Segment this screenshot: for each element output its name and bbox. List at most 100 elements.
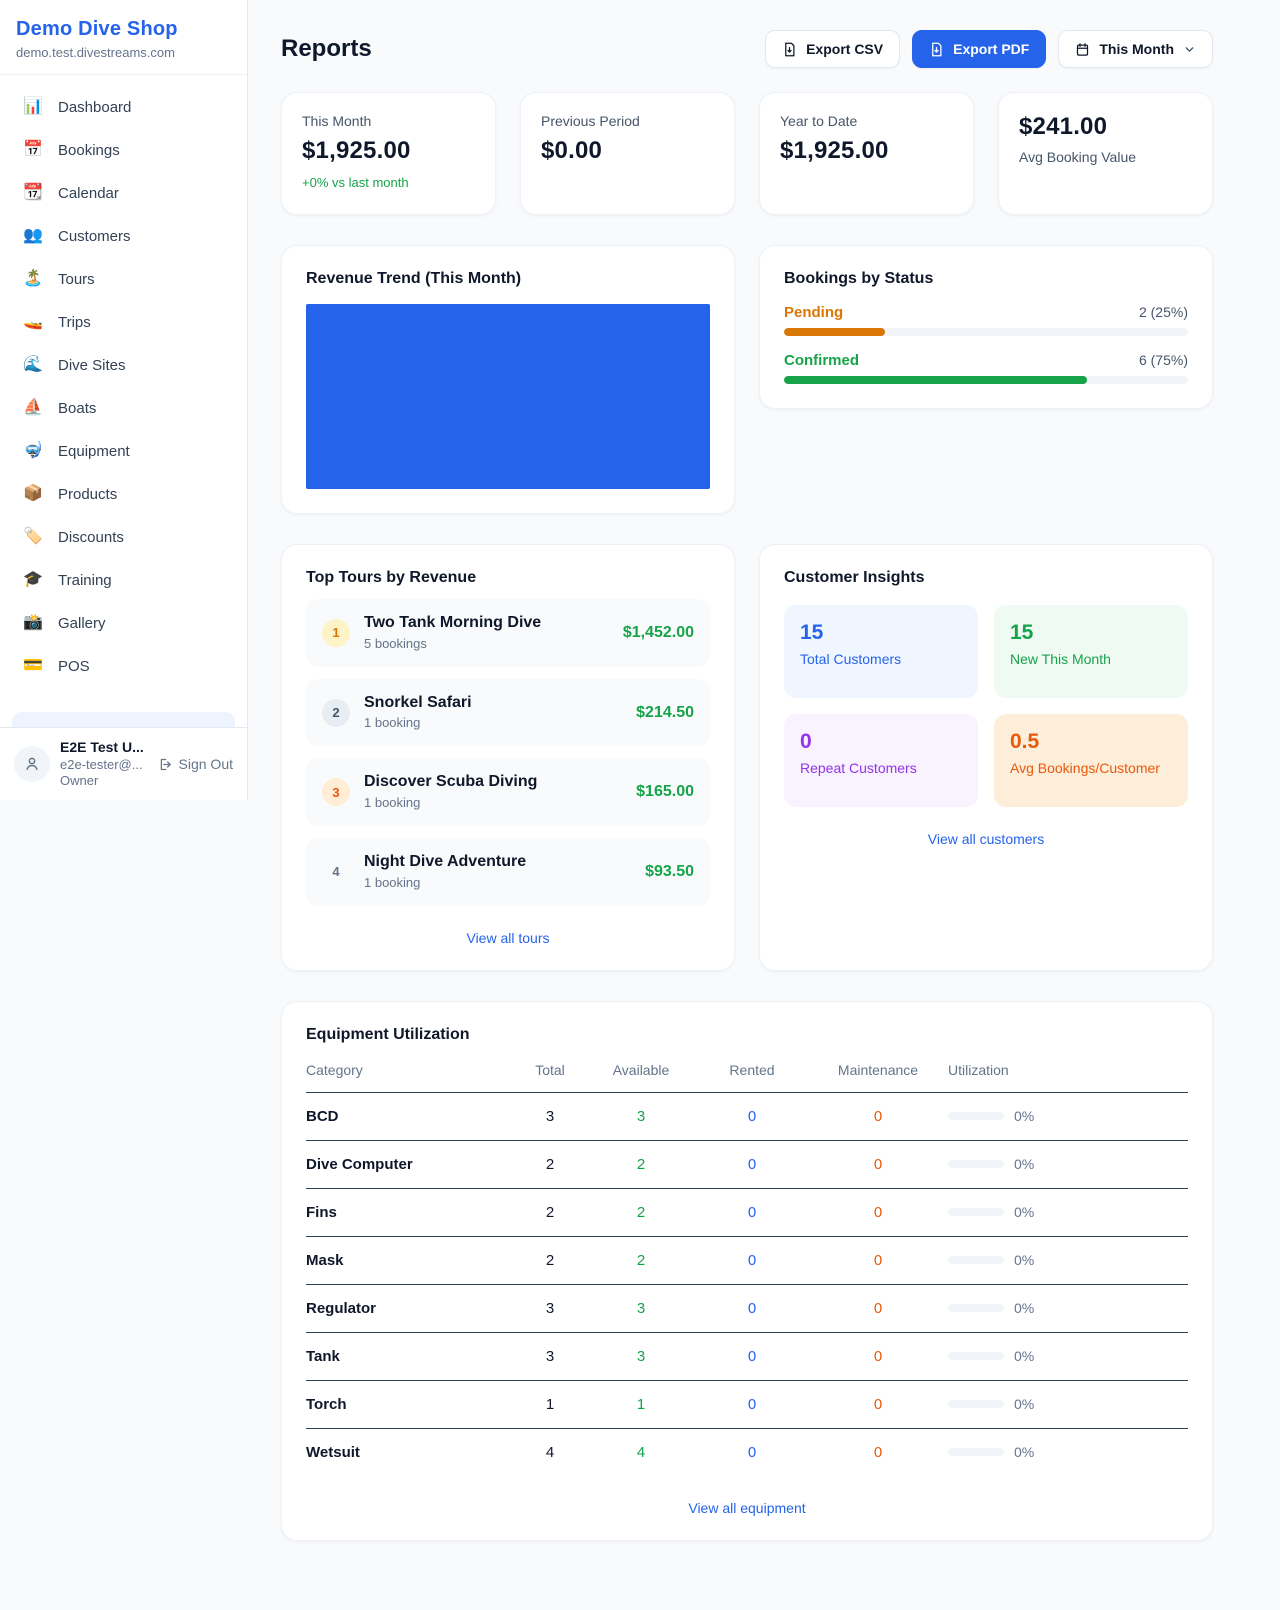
table-row: Regulator 3 3 0 0 0% <box>306 1285 1188 1333</box>
utilization-value: 0% <box>1014 1252 1034 1268</box>
equipment-total: 3 <box>514 1108 586 1125</box>
tour-list-item: 4 Night Dive Adventure 1 booking $93.50 <box>306 838 710 906</box>
insight-tiles: 15 Total Customers 15 New This Month 0 R… <box>784 605 1188 807</box>
row-revenue-status: Revenue Trend (This Month) Bookings by S… <box>281 245 1213 514</box>
equipment-icon: 🤿 <box>22 443 44 459</box>
col-utilization: Utilization <box>948 1062 1188 1078</box>
view-all-equipment-link[interactable]: View all equipment <box>306 1500 1188 1516</box>
period-label: This Month <box>1099 41 1174 57</box>
sidebar-item-equipment[interactable]: 🤿 Equipment <box>12 432 235 470</box>
equipment-category: BCD <box>306 1108 514 1125</box>
utilization-bar <box>948 1160 1004 1168</box>
bookings-by-status-card: Bookings by Status Pending 2 (25%) Confi… <box>759 245 1213 409</box>
sidebar-item-customers[interactable]: 👥 Customers <box>12 217 235 255</box>
utilization-bar <box>948 1208 1004 1216</box>
tile-value: 15 <box>1010 621 1172 645</box>
sidebar-item-pos[interactable]: 💳 POS <box>12 647 235 685</box>
progress-fill <box>784 328 885 336</box>
sidebar-item-tours[interactable]: 🏝️ Tours <box>12 260 235 298</box>
user-panel: E2E Test U... e2e-tester@... Owner Sign … <box>0 727 247 800</box>
equipment-rented: 0 <box>696 1156 808 1173</box>
top-tours-title: Top Tours by Revenue <box>306 569 710 587</box>
equipment-rented: 0 <box>696 1396 808 1413</box>
person-icon <box>23 755 41 773</box>
col-total: Total <box>514 1062 586 1078</box>
view-all-tours-link[interactable]: View all tours <box>306 930 710 946</box>
col-rented: Rented <box>696 1062 808 1078</box>
col-available: Available <box>586 1062 696 1078</box>
export-pdf-button[interactable]: Export PDF <box>912 30 1046 68</box>
equipment-available: 2 <box>586 1156 696 1173</box>
tour-name: Snorkel Safari <box>364 693 636 714</box>
stat-label: This Month <box>302 113 475 129</box>
user-email: e2e-tester@... <box>60 757 157 773</box>
bookings-by-status-title: Bookings by Status <box>784 270 1188 288</box>
utilization-value: 0% <box>1014 1204 1034 1220</box>
utilization-bar <box>948 1112 1004 1120</box>
status-row-confirmed: Confirmed 6 (75%) <box>784 352 1188 384</box>
stat-cards: This Month $1,925.00 +0% vs last month P… <box>281 92 1213 215</box>
sidebar-item-label: Trips <box>58 314 91 331</box>
stat-label: Avg Booking Value <box>1019 149 1192 165</box>
stat-value: $0.00 <box>541 137 714 165</box>
tile-total-customers: 15 Total Customers <box>784 605 978 698</box>
sign-out-button[interactable]: Sign Out <box>157 756 233 772</box>
stat-previous-period: Previous Period $0.00 <box>520 92 735 215</box>
tile-value: 0 <box>800 730 962 754</box>
rank-badge: 2 <box>322 699 350 727</box>
stat-this-month: This Month $1,925.00 +0% vs last month <box>281 92 496 215</box>
equipment-category: Tank <box>306 1348 514 1365</box>
sidebar-item-label: Calendar <box>58 185 119 202</box>
tour-revenue: $165.00 <box>636 783 694 801</box>
sidebar-item-training[interactable]: 🎓 Training <box>12 561 235 599</box>
rank-badge: 3 <box>322 778 350 806</box>
stat-delta: +0% vs last month <box>302 175 475 190</box>
sidebar-item-trips[interactable]: 🚤 Trips <box>12 303 235 341</box>
training-icon: 🎓 <box>22 572 44 588</box>
sidebar-item-label: Customers <box>58 228 131 245</box>
equipment-available: 3 <box>586 1348 696 1365</box>
stat-value: $1,925.00 <box>302 137 475 165</box>
sidebar-item-label: Dashboard <box>58 99 131 116</box>
equipment-total: 1 <box>514 1396 586 1413</box>
sidebar-item-dive-sites[interactable]: 🌊 Dive Sites <box>12 346 235 384</box>
view-all-customers-link[interactable]: View all customers <box>784 831 1188 847</box>
tile-avg-bookings: 0.5 Avg Bookings/Customer <box>994 714 1188 807</box>
equipment-available: 2 <box>586 1204 696 1221</box>
export-csv-button[interactable]: Export CSV <box>765 30 900 68</box>
sidebar-item-gallery[interactable]: 📸 Gallery <box>12 604 235 642</box>
sidebar-item-label: Boats <box>58 400 96 417</box>
tour-name: Night Dive Adventure <box>364 852 645 873</box>
tour-list-item: 3 Discover Scuba Diving 1 booking $165.0… <box>306 758 710 826</box>
equipment-category: Wetsuit <box>306 1444 514 1461</box>
table-row: Torch 1 1 0 0 0% <box>306 1381 1188 1429</box>
utilization-value: 0% <box>1014 1444 1034 1460</box>
equipment-total: 2 <box>514 1204 586 1221</box>
sidebar-item-products[interactable]: 📦 Products <box>12 475 235 513</box>
period-selector[interactable]: This Month <box>1058 30 1213 68</box>
table-row: BCD 3 3 0 0 0% <box>306 1093 1188 1141</box>
file-download-icon <box>782 42 797 57</box>
export-pdf-label: Export PDF <box>953 41 1029 57</box>
top-tours-card: Top Tours by Revenue 1 Two Tank Morning … <box>281 544 735 971</box>
sidebar-item-calendar[interactable]: 📆 Calendar <box>12 174 235 212</box>
tour-bookings: 5 bookings <box>364 636 623 653</box>
sidebar-item-discounts[interactable]: 🏷️ Discounts <box>12 518 235 556</box>
tours-icon: 🏝️ <box>22 271 44 287</box>
sidebar-item-bookings[interactable]: 📅 Bookings <box>12 131 235 169</box>
table-row: Mask 2 2 0 0 0% <box>306 1237 1188 1285</box>
page-header: Reports Export CSV Export PDF <box>281 30 1213 68</box>
equipment-rented: 0 <box>696 1108 808 1125</box>
sidebar-item-label: Discounts <box>58 529 124 546</box>
utilization-value: 0% <box>1014 1348 1034 1364</box>
sidebar-item-dashboard[interactable]: 📊 Dashboard <box>12 88 235 126</box>
tour-revenue: $1,452.00 <box>623 624 694 642</box>
customers-icon: 👥 <box>22 228 44 244</box>
revenue-trend-title: Revenue Trend (This Month) <box>306 270 710 288</box>
utilization-bar <box>948 1448 1004 1456</box>
sidebar-item-boats[interactable]: ⛵ Boats <box>12 389 235 427</box>
stat-value: $1,925.00 <box>780 137 953 165</box>
main-content: Reports Export CSV Export PDF <box>281 0 1213 1541</box>
table-row: Tank 3 3 0 0 0% <box>306 1333 1188 1381</box>
equipment-maintenance: 0 <box>808 1108 948 1125</box>
